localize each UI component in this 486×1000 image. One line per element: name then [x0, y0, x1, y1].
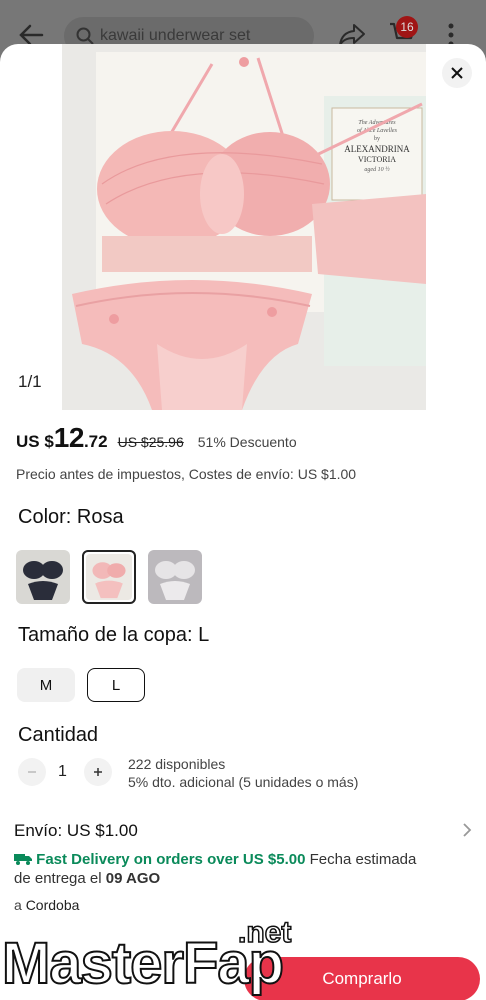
- ship-to: a Cordoba: [14, 897, 79, 913]
- product-photo-illustration: The Adventures of Alice Lavelles by ALEX…: [62, 44, 426, 410]
- shipping-title[interactable]: Envío: US $1.00: [14, 821, 138, 841]
- eta-date: 09 AGO: [105, 870, 161, 887]
- cart-count-badge: 16: [396, 16, 418, 38]
- color-swatch-white[interactable]: [148, 550, 202, 604]
- minus-icon: [28, 771, 36, 773]
- quantity-title: Cantidad: [18, 724, 99, 746]
- discount-label: 51% Descuento: [197, 434, 297, 450]
- available-count: 222 disponibles: [128, 756, 226, 772]
- price-decimal: .72: [83, 432, 108, 451]
- quantity-value[interactable]: 1: [58, 763, 67, 781]
- cup-size-title: Tamaño de la copa: L: [18, 624, 210, 646]
- book-title-line: by: [374, 136, 380, 142]
- size-option-m[interactable]: M: [17, 668, 75, 702]
- search-placeholder: kawaii underwear set: [100, 27, 251, 44]
- plus-icon: [94, 768, 102, 776]
- search-icon: [76, 27, 94, 45]
- tax-shipping-note: Precio antes de impuestos, Costes de env…: [16, 466, 357, 482]
- size-option-l[interactable]: L: [87, 668, 145, 702]
- bulk-discount: 5% dto. adicional (5 unidades o más): [128, 774, 359, 790]
- swatch-image: [148, 550, 202, 604]
- close-icon: [451, 67, 463, 79]
- fast-delivery-text: Fast Delivery on orders over US $5.00: [36, 851, 306, 868]
- ship-to-city: Cordoba: [25, 897, 80, 913]
- book-title-line: VICTORIA: [358, 155, 396, 164]
- chevron-right-icon[interactable]: [462, 822, 472, 838]
- book-title-line: aged 10 ½: [364, 166, 390, 173]
- quantity-increase-button[interactable]: [84, 758, 112, 786]
- shipping-details: Fast Delivery on orders over US $5.00 Fe…: [14, 850, 434, 888]
- product-image[interactable]: The Adventures of Alice Lavelles by ALEX…: [62, 44, 426, 410]
- sku-selection-sheet: The Adventures of Alice Lavelles by ALEX…: [0, 44, 486, 1000]
- watermark-suffix: .net: [237, 915, 292, 950]
- book-title-line: ALEXANDRINA: [344, 144, 410, 154]
- color-title: Color: Rosa: [18, 506, 124, 528]
- price-integer: 12: [53, 422, 85, 453]
- image-counter: 1/1: [18, 372, 42, 391]
- swatch-image: [16, 550, 70, 604]
- swatch-image: [86, 554, 132, 600]
- price-currency: US $: [16, 432, 54, 451]
- ship-to-prefix: a: [14, 897, 26, 913]
- delivery-truck-icon: [14, 854, 32, 865]
- color-swatch-pink[interactable]: [82, 550, 136, 604]
- quantity-decrease-button[interactable]: [18, 758, 46, 786]
- price-row: US $ 12 .72 US $25.96 51% Descuento: [16, 422, 297, 454]
- stock-info: 222 disponibles 5% dto. adicional (5 uni…: [128, 755, 358, 791]
- color-swatch-black[interactable]: [16, 550, 70, 604]
- close-button[interactable]: [442, 58, 472, 88]
- original-price: US $25.96: [117, 434, 184, 450]
